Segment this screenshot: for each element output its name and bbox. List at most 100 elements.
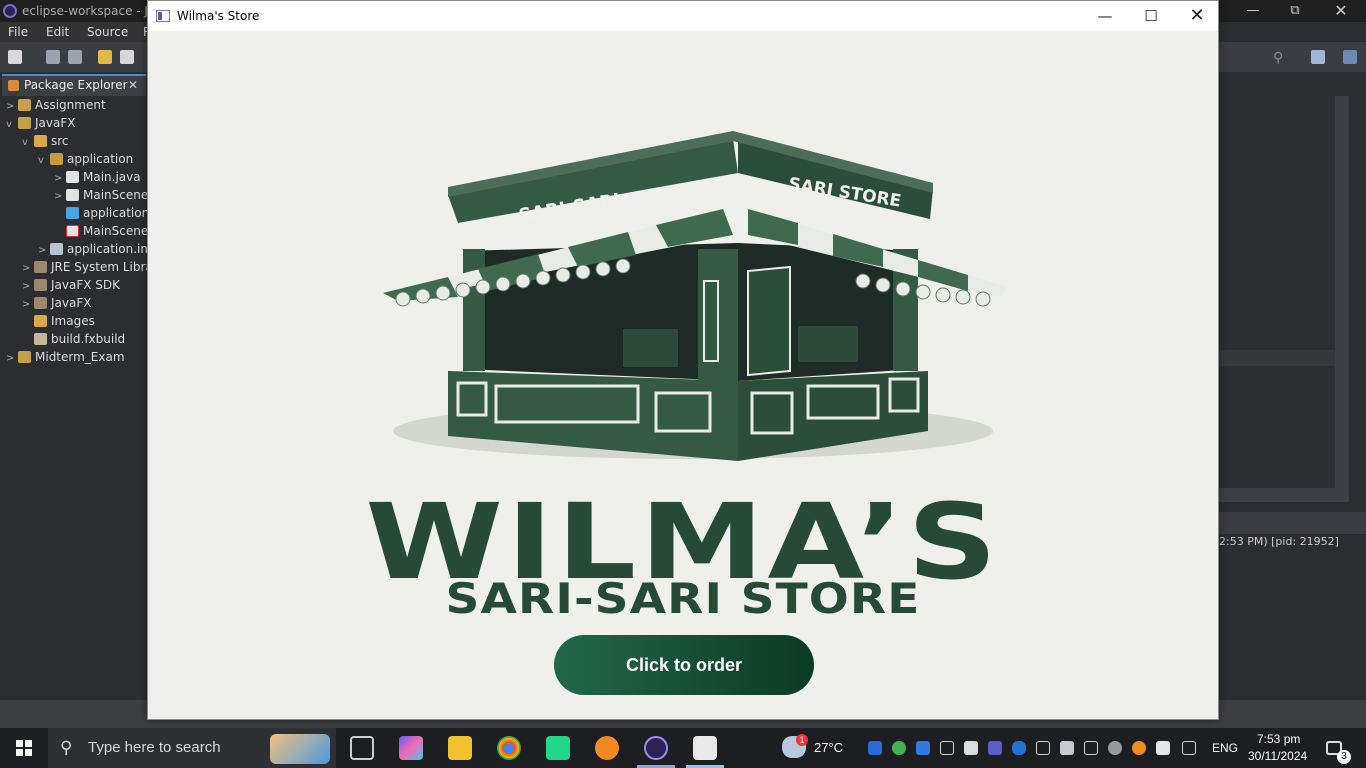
close-button[interactable]: ✕ bbox=[1174, 1, 1220, 31]
search-icon[interactable]: ⚲ bbox=[1273, 50, 1283, 66]
chrome-icon[interactable] bbox=[497, 736, 521, 760]
search-placeholder: Type here to search bbox=[88, 739, 221, 756]
folder-icon bbox=[34, 315, 47, 327]
tree-item-mainscene-java[interactable]: > MainScene bbox=[54, 186, 148, 204]
perspective-icon[interactable] bbox=[1311, 50, 1325, 64]
camera-icon[interactable] bbox=[1036, 741, 1050, 755]
windows-logo-icon bbox=[16, 740, 32, 756]
eclipse-logo-icon bbox=[3, 4, 17, 18]
folder-icon bbox=[34, 135, 47, 147]
store-illustration: SARI-SARI SARI STORE bbox=[383, 131, 1008, 461]
java-file-icon bbox=[66, 171, 79, 183]
vertical-scrollbar[interactable] bbox=[1335, 96, 1349, 488]
tree-item-assignment[interactable]: > Assignment bbox=[6, 96, 106, 114]
tray-app-icon[interactable] bbox=[916, 741, 930, 755]
tree-item-application-css[interactable]: application bbox=[54, 204, 148, 222]
onedrive-icon[interactable] bbox=[1108, 741, 1122, 755]
teams-icon[interactable] bbox=[988, 741, 1002, 755]
app-window: Wilma's Store — ☐ ✕ SARI-SARI SARI STORE… bbox=[147, 0, 1219, 720]
taskbar: ⚲ Type here to search 1 27°C ENG 7:53 pm… bbox=[0, 728, 1366, 768]
close-icon[interactable]: ✕ bbox=[128, 76, 138, 95]
desktop: eclipse-workspace - Jav — ⧉ ✕ File Edit … bbox=[0, 0, 1366, 768]
app-window-title: Wilma's Store bbox=[177, 9, 260, 23]
app-window-icon bbox=[156, 10, 170, 22]
package-explorer-label: Package Explorer bbox=[24, 78, 128, 92]
copilot-icon[interactable] bbox=[399, 736, 423, 760]
eclipse-toolbar bbox=[0, 42, 148, 72]
save-icon[interactable] bbox=[46, 50, 60, 64]
app-icon[interactable] bbox=[595, 736, 619, 760]
menu-file[interactable]: File bbox=[8, 25, 28, 39]
menu-source[interactable]: Source bbox=[87, 25, 128, 39]
package-explorer-tabbar: Package Explorer ✕ bbox=[0, 74, 148, 96]
tree-item-jre-library[interactable]: > JRE System Librar bbox=[22, 258, 148, 276]
right-toolbar: ⚲ bbox=[1219, 42, 1366, 72]
file-explorer-icon[interactable] bbox=[448, 736, 472, 760]
app-titlebar: Wilma's Store — ☐ ✕ bbox=[148, 1, 1218, 31]
file-icon bbox=[34, 333, 47, 345]
tree-item-images[interactable]: Images bbox=[22, 312, 95, 330]
tree-item-javafx-library[interactable]: > JavaFX bbox=[22, 294, 91, 312]
save-all-icon[interactable] bbox=[68, 50, 82, 64]
tree-item-application-package[interactable]: v application bbox=[38, 150, 133, 168]
app-content: SARI-SARI SARI STORE WILMA’S SARI-SARI S… bbox=[148, 31, 1218, 719]
tree-item-src[interactable]: v src bbox=[22, 132, 69, 150]
tree-item-javafx-sdk[interactable]: > JavaFX SDK bbox=[22, 276, 120, 294]
tree-item-main-java[interactable]: > Main.java bbox=[54, 168, 141, 186]
library-icon bbox=[34, 261, 47, 273]
tree-item-mainscene-fxml[interactable]: MainScene bbox=[54, 222, 148, 240]
project-icon bbox=[18, 351, 31, 363]
tree-item-javafx-project[interactable]: v JavaFX bbox=[6, 114, 75, 132]
library-icon bbox=[34, 279, 47, 291]
eclipse-window-title: eclipse-workspace - Jav bbox=[22, 4, 163, 18]
library-icon bbox=[34, 297, 47, 309]
security-icon[interactable] bbox=[892, 741, 906, 755]
battery-icon[interactable] bbox=[964, 741, 978, 755]
new-icon[interactable] bbox=[8, 50, 22, 64]
start-button[interactable] bbox=[0, 728, 48, 768]
redo-icon[interactable] bbox=[120, 50, 134, 64]
tree-item-build-fxbuild[interactable]: build.fxbuild bbox=[22, 330, 125, 348]
tree-item-application-images[interactable]: > application.im bbox=[38, 240, 148, 258]
css-file-icon bbox=[66, 207, 79, 219]
bluetooth-icon[interactable] bbox=[1012, 741, 1026, 755]
java-app-icon[interactable] bbox=[693, 736, 717, 760]
editor-highlight-line bbox=[1219, 350, 1335, 366]
display-icon[interactable] bbox=[1060, 741, 1074, 755]
click-to-order-button[interactable]: Click to order bbox=[554, 635, 814, 695]
pen-icon[interactable] bbox=[1182, 741, 1196, 755]
notification-count: 3 bbox=[1337, 750, 1351, 764]
java-perspective-icon[interactable] bbox=[1343, 50, 1357, 64]
eclipse-right-area: ⚲ 2:53 PM) [pid: 21952] bbox=[1219, 42, 1366, 728]
eclipse-restore-button[interactable]: ⧉ bbox=[1272, 0, 1318, 22]
undo-icon[interactable] bbox=[98, 50, 112, 64]
tab-package-explorer[interactable]: Package Explorer ✕ bbox=[2, 74, 146, 96]
clock-date[interactable]: 30/11/2024 bbox=[1248, 749, 1307, 763]
java-file-icon bbox=[66, 189, 79, 201]
eclipse-minimize-button[interactable]: — bbox=[1230, 0, 1276, 22]
wifi-icon[interactable] bbox=[940, 741, 954, 755]
weather-temperature[interactable]: 27°C bbox=[814, 740, 843, 755]
word-icon[interactable] bbox=[868, 741, 882, 755]
tree-item-midterm-exam[interactable]: > Midterm_Exam bbox=[6, 348, 125, 366]
eclipse-close-button[interactable]: ✕ bbox=[1318, 0, 1364, 22]
maximize-button[interactable]: ☐ bbox=[1128, 1, 1174, 31]
package-icon bbox=[50, 243, 63, 255]
language-indicator[interactable]: ENG bbox=[1212, 741, 1238, 755]
eclipse-icon[interactable] bbox=[644, 736, 668, 760]
pycharm-icon[interactable] bbox=[546, 736, 570, 760]
volume-icon[interactable] bbox=[1084, 741, 1098, 755]
taskbar-search[interactable]: ⚲ Type here to search bbox=[48, 728, 336, 768]
project-icon bbox=[18, 117, 31, 129]
brand-subtitle: SARI-SARI STORE bbox=[445, 574, 921, 623]
defender-icon[interactable] bbox=[1156, 741, 1170, 755]
task-view-icon[interactable] bbox=[350, 736, 374, 760]
avast-icon[interactable] bbox=[1132, 741, 1146, 755]
clock-time[interactable]: 7:53 pm bbox=[1257, 732, 1300, 746]
editor-area bbox=[1219, 96, 1335, 488]
package-icon bbox=[50, 153, 63, 165]
package-explorer-icon bbox=[8, 80, 19, 91]
minimize-button[interactable]: — bbox=[1082, 1, 1128, 31]
menu-edit[interactable]: Edit bbox=[46, 25, 69, 39]
search-icon: ⚲ bbox=[60, 738, 73, 757]
